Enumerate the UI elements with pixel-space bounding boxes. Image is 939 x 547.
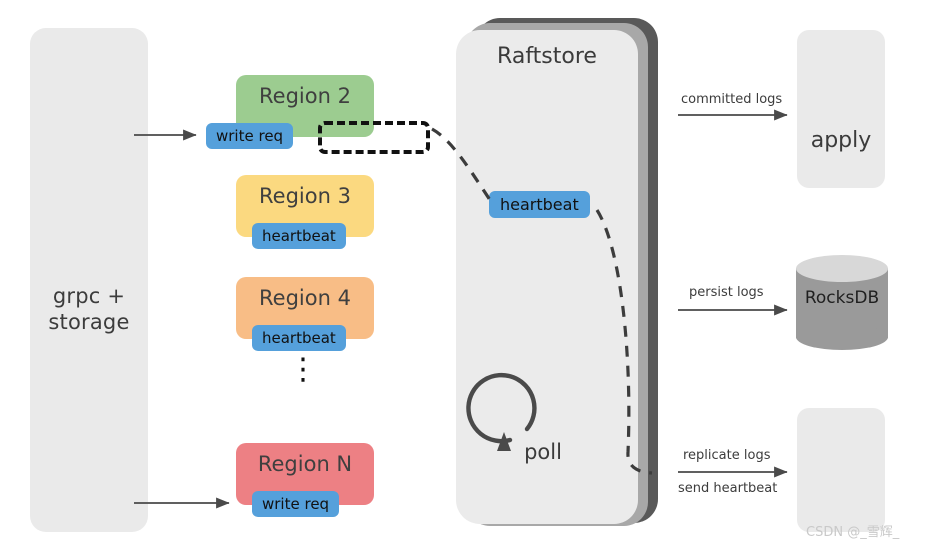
region-tag-write-req-region-2[interactable]: write req [206, 123, 294, 149]
rocksdb-bottom [796, 324, 888, 350]
edge-label-committed-logs: committed logs [681, 92, 783, 107]
apply-label: apply [810, 128, 872, 153]
edge-label-replicate-logs: replicate logs [683, 448, 771, 463]
diagram-canvas: grpc + storage Region 2 write req Region… [0, 0, 939, 547]
raftstore-heartbeat-tag[interactable]: heartbeat [489, 191, 590, 218]
csdn-watermark: CSDN @_雪辉_ [806, 525, 900, 540]
region-title-region-n: Region N [257, 452, 353, 476]
dashed-empty-region-slot [318, 121, 430, 154]
apply-block[interactable]: apply [797, 30, 885, 188]
edge-label-send-heartbeat: send heartbeat [678, 481, 778, 496]
grpc-storage-label: grpc + storage [48, 284, 130, 334]
region-title-region-2: Region 2 [259, 84, 351, 108]
edge-label-persist-logs: persist logs [689, 285, 764, 300]
region-tag-heartbeat-region-4[interactable]: heartbeat [252, 325, 346, 351]
grpc-storage-block: grpc + storage [30, 28, 148, 532]
raftstore-title: Raftstore [497, 44, 597, 69]
poll-label: poll [524, 440, 562, 464]
grpc-block[interactable]: grpc [797, 408, 885, 532]
regions-ellipsis: ⋮ [288, 352, 318, 387]
rocksdb-label: RocksDB [804, 288, 880, 308]
region-title-region-3: Region 3 [259, 184, 351, 208]
region-tag-heartbeat-region-3[interactable]: heartbeat [252, 223, 346, 249]
rocksdb-top [796, 255, 888, 282]
rocksdb-cylinder[interactable]: RocksDB [796, 255, 888, 351]
region-title-region-4: Region 4 [259, 286, 351, 310]
region-tag-write-req-region-n[interactable]: write req [252, 491, 340, 517]
